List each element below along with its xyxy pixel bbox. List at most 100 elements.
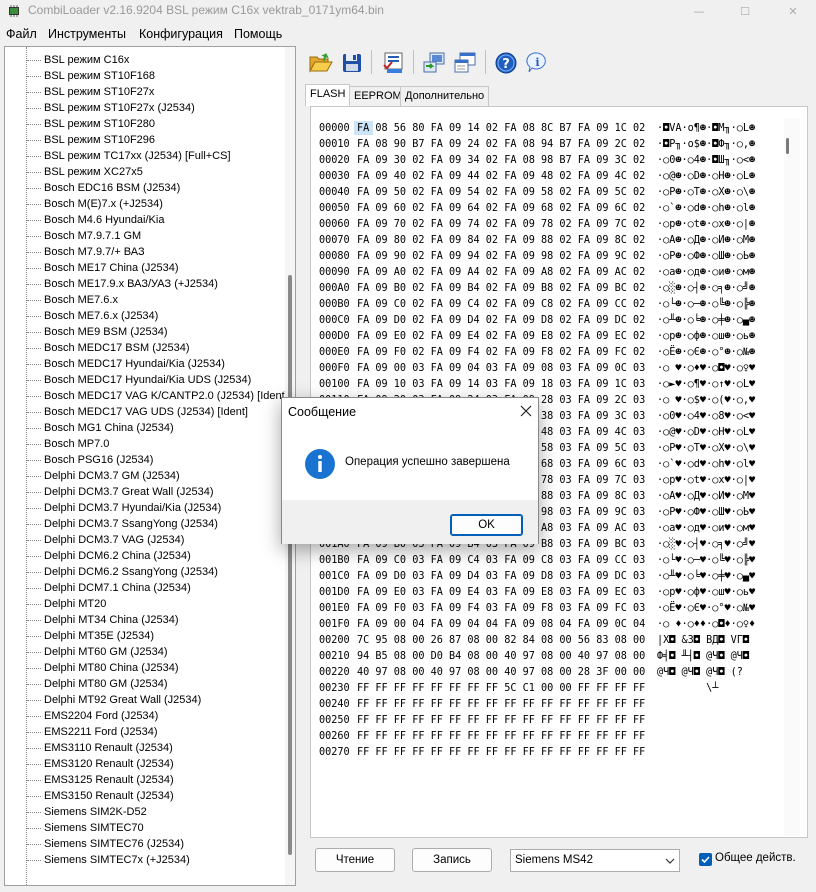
ecu-select[interactable]: Siemens MS42 xyxy=(510,849,680,872)
tree-item[interactable]: Delphi DCM6.2 SsangYong (J2534) xyxy=(44,564,218,580)
tree-item[interactable]: BSL режим ST10F296 xyxy=(44,132,155,148)
hex-address: 00010 xyxy=(319,139,350,150)
tab-additional[interactable]: Дополнительно xyxy=(400,86,490,106)
tree-item[interactable]: Delphi MT92 Great Wall (J2534) xyxy=(44,692,201,708)
tree-item[interactable]: EMS3125 Renault (J2534) xyxy=(44,772,174,788)
tree-item[interactable]: Bosch M7.9.7/+ ВАЗ xyxy=(44,244,145,260)
tree-item[interactable]: Siemens SIMTEC7x (+J2534) xyxy=(44,852,190,868)
hex-bytes: FA 09 60 02 FA 09 64 02 FA 09 68 02 FA 0… xyxy=(357,203,646,214)
tree-item[interactable]: Bosch M7.9.7.1 GM xyxy=(44,228,141,244)
tree-item[interactable]: BSL режим TC17xx (J2534) [Full+CS] xyxy=(44,148,231,164)
tree-item[interactable]: EMS3110 Renault (J2534) xyxy=(44,740,173,756)
tree-item[interactable]: Bosch ME9 BSM (J2534) xyxy=(44,324,168,340)
hex-ascii: ·○p♥·○t♥·○x♥·○|♥ xyxy=(657,475,756,486)
tree-item[interactable]: Bosch ME17 China (J2534) xyxy=(44,260,179,276)
hex-address: 00210 xyxy=(319,651,350,662)
tree-item[interactable]: Delphi DCM7.1 China (J2534) xyxy=(44,580,191,596)
tree-scrollbar-thumb[interactable] xyxy=(288,275,292,855)
tree-connector xyxy=(27,204,41,205)
tree-item[interactable]: Bosch M(E)7.x (+J2534) xyxy=(44,196,163,212)
tree-connector xyxy=(27,556,41,557)
hex-address: 00050 xyxy=(319,203,350,214)
tree-item[interactable]: EMS3120 Renault (J2534) xyxy=(44,756,174,772)
tree-item[interactable]: Delphi DCM3.7 Great Wall (J2534) xyxy=(44,484,214,500)
tree-item[interactable]: Siemens SIMTEC76 (J2534) xyxy=(44,836,184,852)
ok-button[interactable]: OK xyxy=(450,514,523,536)
menu-configuration[interactable]: Конфигурация xyxy=(139,27,223,41)
hex-address: 00250 xyxy=(319,715,350,726)
tree-item[interactable]: Bosch MEDC17 VAG UDS (J2534) [Ident] xyxy=(44,404,248,420)
menu-help[interactable]: Помощь xyxy=(234,27,282,41)
minimize-button[interactable]: — xyxy=(676,0,722,22)
hex-bytes: FA 08 56 80 FA 09 14 02 FA 08 8C B7 FA 0… xyxy=(357,123,646,134)
checklist-button[interactable] xyxy=(379,49,407,77)
tree-connector xyxy=(27,188,41,189)
common-action-checkbox[interactable] xyxy=(699,853,712,866)
tab-eeprom[interactable]: EEPROM xyxy=(349,86,407,106)
hex-address: 00030 xyxy=(319,171,350,182)
tree-item[interactable]: Bosch MEDC17 VAG K/CANTP2.0 (J2534) [Ide… xyxy=(44,388,288,404)
tree-item[interactable]: Delphi DCM3.7 GM (J2534) xyxy=(44,468,180,484)
close-button[interactable]: ✕ xyxy=(770,0,816,22)
read-button[interactable]: Чтение xyxy=(315,848,395,872)
help-button[interactable]: ? xyxy=(492,49,520,77)
hex-scrollbar-thumb[interactable] xyxy=(786,138,789,154)
tree-item[interactable]: Bosch MEDC17 BSM (J2534) xyxy=(44,340,190,356)
connect-button[interactable] xyxy=(420,49,448,77)
tree-item[interactable]: Delphi DCM6.2 China (J2534) xyxy=(44,548,191,564)
tree-item[interactable]: Delphi MT60 GM (J2534) xyxy=(44,644,168,660)
tree-item[interactable]: Siemens SIMTEC70 xyxy=(44,820,144,836)
tab-flash[interactable]: FLASH xyxy=(305,84,351,106)
hex-address: 000C0 xyxy=(319,315,350,326)
save-button[interactable] xyxy=(338,49,366,77)
tree-item[interactable]: Bosch MP7.0 xyxy=(44,436,109,452)
tree-item[interactable]: Delphi MT34 China (J2534) xyxy=(44,612,179,628)
tree-item[interactable]: Bosch ME17.9.x ВАЗ/УАЗ (+J2534) xyxy=(44,276,218,292)
menu-tools[interactable]: Инструменты xyxy=(48,27,126,41)
tree-item[interactable]: BSL режим C16x xyxy=(44,52,129,68)
hex-ascii: ·○ ♥·○♦♥·○◘♥·○♀♥ xyxy=(657,363,756,374)
tree-item[interactable]: Delphi MT80 China (J2534) xyxy=(44,660,179,676)
hex-address: 00040 xyxy=(319,187,350,198)
tree-item[interactable]: Bosch PSG16 (J2534) xyxy=(44,452,153,468)
about-button[interactable]: i xyxy=(523,49,551,77)
settings-button[interactable] xyxy=(451,49,479,77)
tree-item[interactable]: EMS3150 Renault (J2534) xyxy=(44,788,174,804)
tree-item[interactable]: Bosch ME7.6.x xyxy=(44,292,118,308)
tree-connector xyxy=(27,428,41,429)
dialog-close-icon[interactable] xyxy=(518,403,534,419)
tree-item[interactable]: Bosch MEDC17 Hyundai/Kia (J2534) xyxy=(44,356,225,372)
hex-bytes: FA 09 A0 02 FA 09 A4 02 FA 09 A8 02 FA 0… xyxy=(357,267,646,278)
tree-item[interactable]: EMS2211 Ford (J2534) xyxy=(44,724,158,740)
tree-item[interactable]: Delphi MT20 xyxy=(44,596,106,612)
tree-item[interactable]: BSL режим XC27x5 xyxy=(44,164,143,180)
tree-item[interactable]: Delphi DCM3.7 SsangYong (J2534) xyxy=(44,516,218,532)
title-bar[interactable]: CombiLoader v2.16.9204 BSL режим C16x ve… xyxy=(0,0,816,22)
tree-item[interactable]: Bosch MG1 China (J2534) xyxy=(44,420,174,436)
protocol-tree[interactable]: BSL режим C16x BSL режим ST10F168 BSL режи… xyxy=(4,46,296,886)
maximize-button[interactable]: ☐ xyxy=(722,0,768,22)
tree-item[interactable]: Bosch M4.6 Hyundai/Kia xyxy=(44,212,164,228)
tree-connector xyxy=(27,812,41,813)
tree-item[interactable]: Bosch ME7.6.x (J2534) xyxy=(44,308,158,324)
menu-file[interactable]: Файл xyxy=(6,27,37,41)
tree-item[interactable]: EMS2204 Ford (J2534) xyxy=(44,708,158,724)
tree-connector xyxy=(27,572,41,573)
tree-item[interactable]: BSL режим ST10F27x (J2534) xyxy=(44,100,195,116)
tree-item[interactable]: Delphi MT35E (J2534) xyxy=(44,628,154,644)
tree-item[interactable]: Delphi MT80 GM (J2534) xyxy=(44,676,168,692)
tree-item[interactable]: BSL режим ST10F168 xyxy=(44,68,155,84)
help-icon: ? xyxy=(495,52,517,74)
tree-item[interactable]: BSL режим ST10F27x xyxy=(44,84,154,100)
tree-connector xyxy=(27,60,41,61)
tree-item[interactable]: BSL режим ST10F280 xyxy=(44,116,155,132)
tree-item[interactable]: Bosch MEDC17 Hyundai/Kia UDS (J2534) xyxy=(44,372,251,388)
hex-bytes: FA 09 F0 03 FA 09 F4 03 FA 09 F8 03 FA 0… xyxy=(357,603,646,614)
tree-item[interactable]: Bosch EDC16 BSM (J2534) xyxy=(44,180,180,196)
open-button[interactable] xyxy=(307,49,335,77)
tree-item[interactable]: Delphi DCM3.7 Hyundai/Kia (J2534) xyxy=(44,500,221,516)
tree-item[interactable]: Delphi DCM3.7 VAG (J2534) xyxy=(44,532,184,548)
hex-scrollbar[interactable] xyxy=(784,118,800,836)
write-button[interactable]: Запись xyxy=(412,848,492,872)
tree-item[interactable]: Siemens SIM2K-D52 xyxy=(44,804,147,820)
